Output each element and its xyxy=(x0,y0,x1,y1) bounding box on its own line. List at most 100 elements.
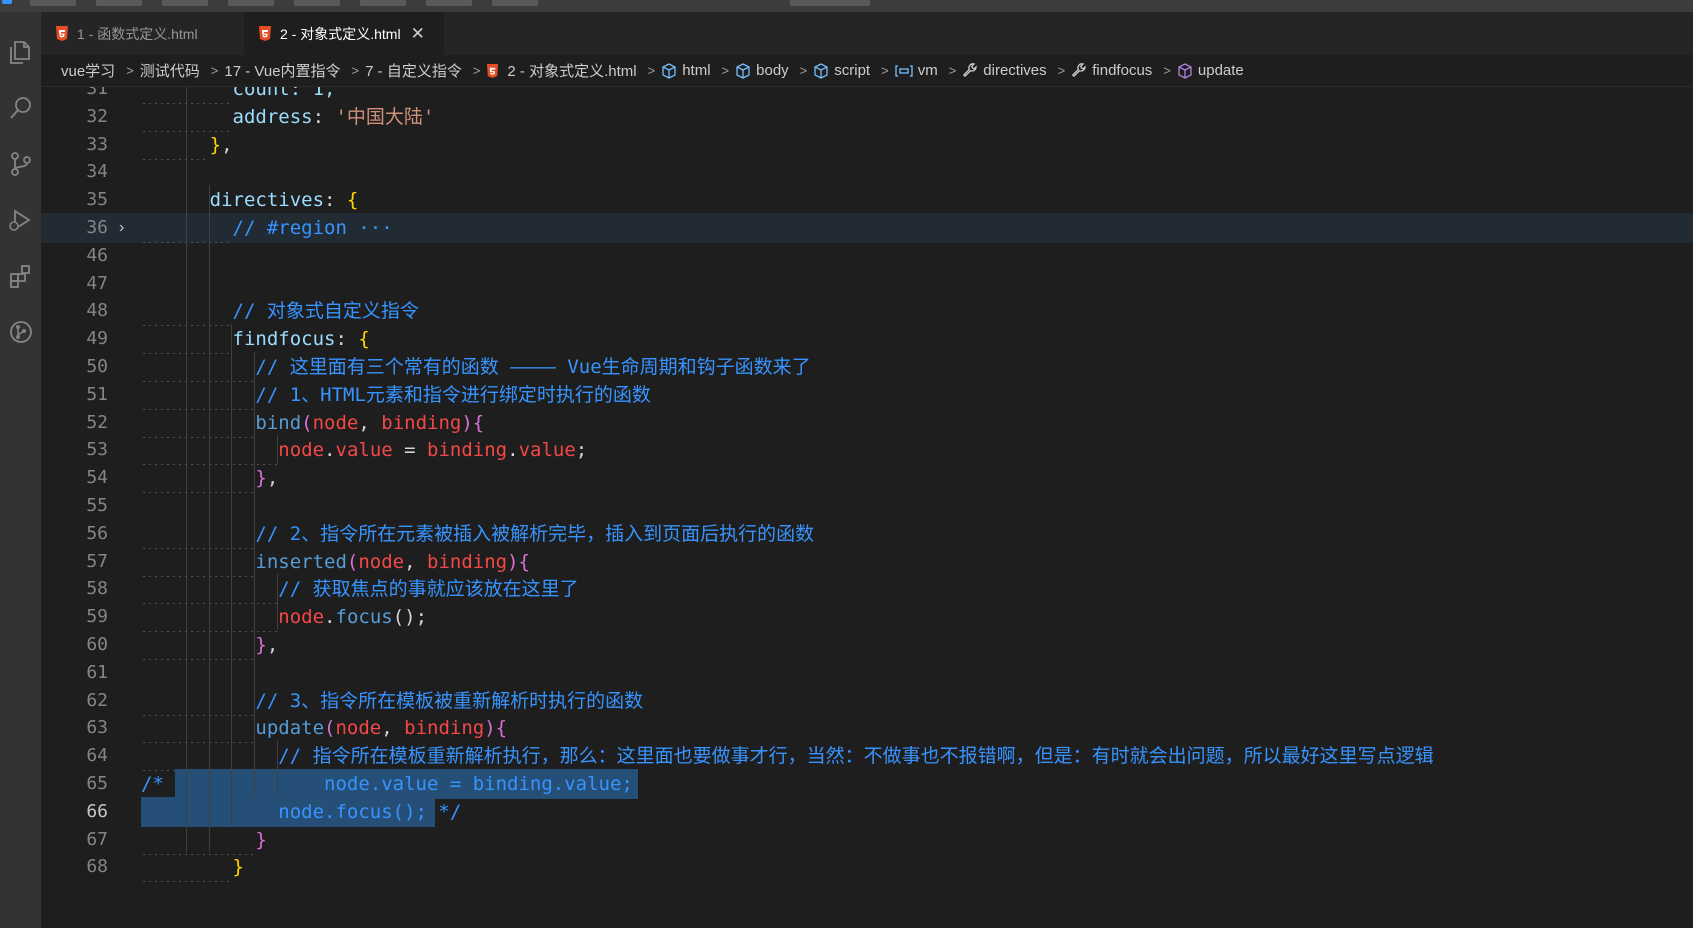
breadcrumb-item[interactable]: vm xyxy=(895,62,938,79)
code-line[interactable]: 53 node.value = binding.value; xyxy=(41,435,1693,466)
code-line[interactable]: 62 // 3、指令所在模板被重新解析时执行的函数 xyxy=(41,685,1693,716)
line-number: 32 xyxy=(86,105,108,127)
code-line[interactable]: 66 node.focus(); */ xyxy=(41,796,1693,827)
breadcrumb: vue学习 > 测试代码 > 17 - Vue内置指令 > 7 - 自定义指令 … xyxy=(41,55,1693,87)
code-line[interactable]: 59 node.focus(); xyxy=(41,602,1693,633)
breadcrumb-item[interactable]: findfocus xyxy=(1071,62,1152,79)
close-icon[interactable]: ✕ xyxy=(411,24,425,44)
chevron-right-icon: > xyxy=(948,63,957,78)
element-icon xyxy=(662,62,676,79)
search-icon[interactable] xyxy=(0,88,41,128)
code-line[interactable]: 48 // 对象式自定义指令 xyxy=(41,296,1693,327)
line-number: 50 xyxy=(86,356,108,377)
run-debug-icon[interactable] xyxy=(0,200,41,240)
code-line[interactable]: 34 xyxy=(41,157,1693,187)
code-line[interactable]: 52 bind(node, binding){ xyxy=(41,407,1693,438)
code-line[interactable]: 33 }, xyxy=(41,129,1693,160)
tab-functional-definition[interactable]: 1 - 函数式定义.html xyxy=(41,12,255,55)
indent-guide xyxy=(231,324,233,825)
chevron-right-icon: > xyxy=(647,63,656,78)
code-line[interactable]: 47 xyxy=(41,269,1693,299)
extensions-icon[interactable] xyxy=(0,256,41,296)
code-line[interactable]: 54 }, xyxy=(41,463,1693,494)
menu-item[interactable] xyxy=(360,0,406,6)
line-number: 61 xyxy=(86,661,108,683)
explorer-icon[interactable] xyxy=(0,32,41,72)
code-text: node.focus(); */ xyxy=(278,800,462,823)
source-control-icon[interactable] xyxy=(0,144,41,184)
indent-guide xyxy=(254,352,255,797)
code-line[interactable]: 49 findfocus: { xyxy=(41,324,1693,355)
menu-item[interactable] xyxy=(228,0,274,6)
menu-item[interactable] xyxy=(294,0,340,6)
line-number: 60 xyxy=(86,634,108,655)
method-icon xyxy=(1178,62,1192,79)
tab-object-definition[interactable]: 2 - 对象式定义.html ✕ xyxy=(244,12,444,55)
code-line[interactable]: 46 xyxy=(41,241,1693,271)
code-text: node.focus(); xyxy=(278,606,428,629)
menu-item[interactable] xyxy=(426,0,472,6)
chevron-right-icon: > xyxy=(799,63,808,78)
code-line[interactable]: 58 // 获取焦点的事就应该放在这里了 xyxy=(41,574,1693,605)
breadcrumb-item[interactable]: 17 - Vue内置指令 xyxy=(224,60,340,81)
code-line[interactable]: 35 directives: { xyxy=(41,185,1693,216)
element-icon xyxy=(814,62,828,79)
indent-guide xyxy=(276,574,278,630)
vscode-logo-icon xyxy=(2,0,12,4)
code-text: } xyxy=(255,828,267,851)
code-line[interactable]: 55 xyxy=(41,491,1693,521)
code-editor[interactable]: 31 count: 1, 32 address: '中国大陆' 33 }, 34 35 … xyxy=(41,87,1693,928)
menu-item[interactable] xyxy=(492,0,538,6)
window-title xyxy=(790,0,870,6)
breadcrumb-item[interactable]: script xyxy=(813,62,870,79)
code-line[interactable]: 32 address: '中国大陆' xyxy=(41,101,1693,132)
menu-item[interactable] xyxy=(162,0,208,6)
fold-chevron-icon[interactable]: › xyxy=(119,213,124,243)
code-text: } xyxy=(232,856,244,879)
chevron-right-icon: > xyxy=(721,63,730,78)
breadcrumb-item[interactable]: 7 - 自定义指令 xyxy=(365,60,462,81)
code-line[interactable]: 65 /* node.value = binding.value; xyxy=(41,769,1693,799)
breadcrumb-item[interactable]: vue学习 xyxy=(61,60,115,81)
breadcrumb-item[interactable]: body xyxy=(735,62,789,79)
html5-icon xyxy=(55,26,69,41)
line-number: 49 xyxy=(86,328,108,350)
line-number: 59 xyxy=(86,606,108,628)
code-text: // 1、HTML元素和指令进行绑定时执行的函数 xyxy=(255,383,651,406)
line-number: 64 xyxy=(86,745,108,767)
menu-item[interactable] xyxy=(30,0,76,6)
code-text: // 这里面有三个常有的函数 ———— Vue生命周期和钩子函数来了 xyxy=(255,356,811,378)
code-line[interactable]: 61 xyxy=(41,658,1693,688)
breadcrumb-item[interactable]: html xyxy=(661,62,711,79)
chevron-right-icon: > xyxy=(1163,63,1171,78)
line-number: 68 xyxy=(86,856,108,878)
breadcrumb-item-file[interactable]: 2 - 对象式定义.html xyxy=(486,60,637,81)
menu-bar[interactable] xyxy=(0,0,1693,12)
breadcrumb-item[interactable]: directives xyxy=(962,62,1047,79)
line-number: 47 xyxy=(86,272,108,294)
code-line[interactable]: 51 // 1、HTML元素和指令进行绑定时执行的函数 xyxy=(41,379,1693,410)
code-line[interactable]: 67 } xyxy=(41,824,1693,855)
code-text: /* node.value = binding.value; xyxy=(141,773,633,795)
git-graph-icon[interactable] xyxy=(0,312,41,352)
code-line[interactable]: 68 } xyxy=(41,852,1693,883)
breadcrumb-item[interactable]: 测试代码 xyxy=(140,60,200,81)
editor-tab-bar: 1 - 函数式定义.html 2 - 对象式定义.html ✕ xyxy=(41,12,1693,55)
menu-item[interactable] xyxy=(96,0,142,6)
indent-guide xyxy=(276,435,278,464)
indent-guide xyxy=(208,185,210,853)
code-text: // #region ··· xyxy=(232,217,393,239)
code-line[interactable]: 56 // 2、指令所在元素被插入被解析完毕，插入到页面后执行的函数 xyxy=(41,518,1693,549)
code-line[interactable]: 50 // 这里面有三个常有的函数 ———— Vue生命周期和钩子函数来了 xyxy=(41,352,1693,382)
line-number: 53 xyxy=(86,439,108,461)
line-number: 55 xyxy=(86,495,108,516)
code-line[interactable]: 57 inserted(node, binding){ xyxy=(41,546,1693,577)
code-line[interactable]: 64 // 指令所在模板重新解析执行，那么：这里面也要做事才行，当然：不做事也不… xyxy=(41,741,1693,772)
element-icon xyxy=(736,62,750,79)
breadcrumb-item[interactable]: update xyxy=(1177,62,1244,79)
line-number: 63 xyxy=(86,717,108,739)
code-line[interactable]: 60 }, xyxy=(41,630,1693,660)
line-number: 52 xyxy=(86,411,108,433)
code-line[interactable]: 63 update(node, binding){ xyxy=(41,713,1693,744)
code-line[interactable]: 36 › // #region ··· xyxy=(41,213,1693,243)
